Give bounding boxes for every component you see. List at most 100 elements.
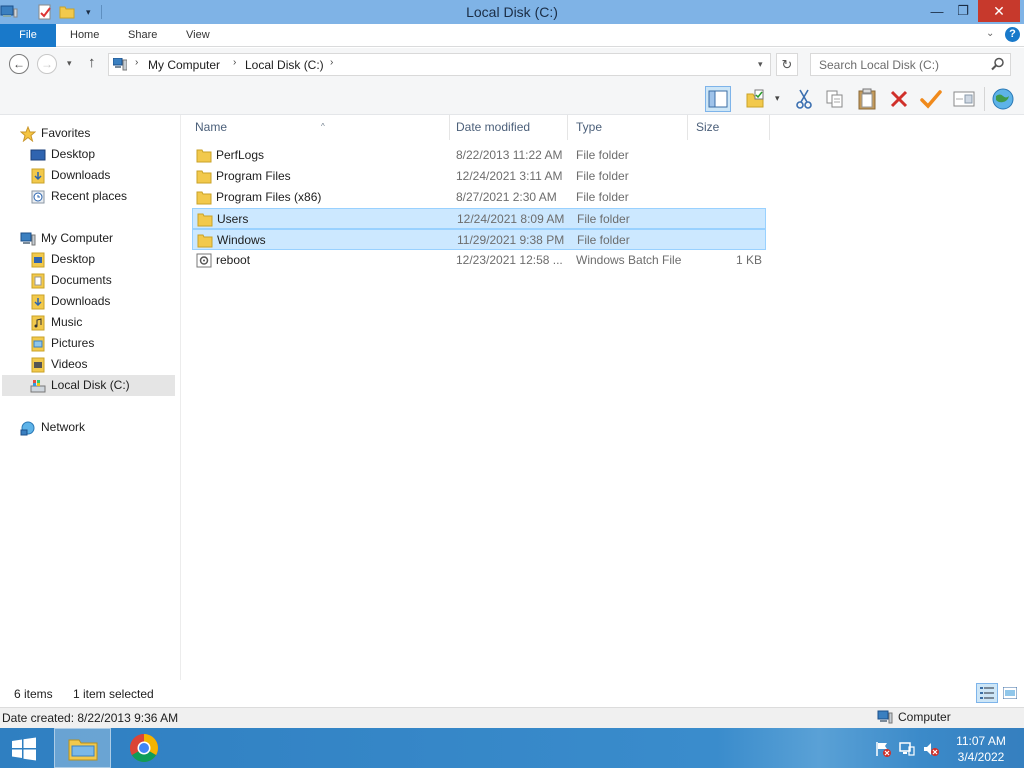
up-button[interactable]: ↑: [88, 54, 96, 71]
sidebar-network[interactable]: Network: [20, 417, 85, 438]
videos-folder-icon: [31, 357, 45, 372]
file-type: File folder: [576, 190, 629, 204]
recent-locations-icon[interactable]: ▾: [67, 58, 72, 69]
delete-button[interactable]: [886, 86, 912, 112]
clock-time: 11:07 AM: [956, 734, 1006, 748]
search-icon[interactable]: [991, 57, 1005, 71]
details-view-button[interactable]: [976, 683, 998, 703]
file-date: 8/22/2013 11:22 AM: [456, 148, 563, 162]
sort-ascending-icon: ^: [321, 122, 325, 131]
delete-x-icon: [890, 90, 908, 108]
tab-file[interactable]: File: [0, 24, 56, 47]
breadcrumb-separator[interactable]: ›: [135, 57, 138, 68]
file-row-focused[interactable]: Windows 11/29/2021 9:38 PM File folder: [192, 229, 766, 250]
expand-ribbon-icon[interactable]: ⌄: [986, 28, 994, 39]
sidebar-favorites[interactable]: Favorites: [20, 123, 90, 144]
file-row[interactable]: reboot 12/23/2021 12:58 ... Windows Batc…: [192, 250, 766, 271]
file-row[interactable]: Program Files 12/24/2021 3:11 AM File fo…: [192, 166, 766, 187]
column-header-size[interactable]: Size: [688, 115, 770, 140]
details-pane-button[interactable]: [951, 86, 977, 112]
address-bar[interactable]: › My Computer › Local Disk (C:) › ▾: [108, 53, 771, 76]
windows-start-icon[interactable]: [10, 737, 38, 761]
properties-button[interactable]: [743, 86, 769, 112]
file-type: File folder: [577, 212, 630, 226]
properties-dropdown-icon[interactable]: ▾: [775, 93, 780, 104]
file-row-selected[interactable]: Users 12/24/2021 8:09 AM File folder: [192, 208, 766, 229]
breadcrumb-separator[interactable]: ›: [330, 57, 333, 68]
breadcrumb-local-disk[interactable]: Local Disk (C:): [245, 58, 324, 72]
location-indicator: Computer: [877, 710, 951, 724]
file-size: 1 KB: [735, 253, 762, 267]
tab-view[interactable]: View: [186, 24, 210, 47]
sidebar-my-computer[interactable]: My Computer: [20, 228, 113, 249]
globe-button[interactable]: [990, 86, 1016, 112]
cut-button[interactable]: [791, 86, 817, 112]
rename-button[interactable]: [918, 86, 944, 112]
file-date: 12/24/2021 8:09 AM: [457, 212, 565, 226]
file-date: 8/27/2021 2:30 AM: [456, 190, 557, 204]
copy-button[interactable]: [822, 86, 848, 112]
column-header-type[interactable]: Type: [568, 115, 688, 140]
large-icons-view-button[interactable]: [999, 683, 1021, 703]
minimize-button[interactable]: —: [924, 0, 950, 22]
folder-properties-icon: [746, 89, 764, 108]
back-button[interactable]: ←: [9, 54, 29, 74]
file-name: Program Files (x86): [216, 190, 322, 204]
file-row[interactable]: PerfLogs 8/22/2013 11:22 AM File folder: [192, 145, 766, 166]
sidebar-item-recent-places[interactable]: Recent places: [30, 186, 127, 207]
item-count: 6 items: [14, 687, 53, 701]
paste-button[interactable]: [854, 86, 880, 112]
checkmark-icon: [920, 90, 942, 109]
file-name: Windows: [217, 233, 266, 247]
file-date: 11/29/2021 9:38 PM: [457, 233, 565, 247]
sidebar-my-computer-label: My Computer: [41, 231, 114, 245]
search-input[interactable]: [811, 54, 987, 75]
close-button[interactable]: ✕: [978, 0, 1020, 22]
address-history-icon[interactable]: ▾: [758, 59, 763, 70]
folder-icon: [196, 149, 212, 163]
tab-home[interactable]: Home: [70, 24, 99, 47]
sidebar-item-fav-downloads[interactable]: Downloads: [30, 165, 110, 186]
breadcrumb-my-computer[interactable]: My Computer: [148, 58, 220, 72]
sidebar-item-label: Videos: [51, 357, 88, 371]
column-header-date[interactable]: Date modified: [448, 115, 568, 140]
file-type: File folder: [576, 169, 629, 183]
sidebar-item-fav-desktop[interactable]: Desktop: [30, 144, 95, 165]
selection-count: 1 item selected: [73, 687, 154, 701]
star-icon: [20, 125, 36, 142]
forward-button[interactable]: →: [37, 54, 57, 74]
folder-icon: [196, 191, 212, 205]
network-icon: [20, 421, 35, 435]
system-clock[interactable]: 11:07 AM 3/4/2022: [950, 733, 1012, 765]
taskbar-file-explorer[interactable]: [54, 728, 111, 768]
preview-pane-button[interactable]: [705, 86, 731, 112]
action-center-flag-icon[interactable]: [874, 740, 892, 758]
details-pane-icon: [953, 91, 975, 107]
sidebar-item-downloads[interactable]: Downloads: [30, 291, 110, 312]
sidebar-item-music[interactable]: Music: [30, 312, 82, 333]
folder-icon: [197, 213, 213, 227]
sidebar-item-videos[interactable]: Videos: [30, 354, 87, 375]
file-name: Program Files: [216, 169, 291, 183]
column-header-name[interactable]: Name ^: [187, 115, 450, 140]
command-bar: ▾: [0, 83, 1024, 115]
sidebar-item-desktop[interactable]: Desktop: [30, 249, 95, 270]
file-name: Users: [217, 212, 249, 226]
file-row[interactable]: Program Files (x86) 8/27/2021 2:30 AM Fi…: [192, 187, 766, 208]
window-title: Local Disk (C:): [466, 4, 558, 20]
tab-share[interactable]: Share: [128, 24, 157, 47]
navigation-pane: Favorites Desktop Downloads Recent place…: [0, 115, 181, 680]
refresh-button[interactable]: ↻: [776, 53, 798, 76]
search-box[interactable]: [810, 53, 1011, 76]
sidebar-item-documents[interactable]: Documents: [30, 270, 112, 291]
help-icon[interactable]: ?: [1005, 27, 1020, 42]
taskbar-chrome[interactable]: [118, 728, 170, 768]
network-status-icon[interactable]: [898, 740, 916, 758]
file-type: Windows Batch File: [576, 253, 682, 267]
maximize-button[interactable]: ❐: [950, 0, 976, 22]
breadcrumb-separator[interactable]: ›: [233, 57, 236, 68]
sidebar-item-local-disk[interactable]: Local Disk (C:): [2, 375, 175, 396]
volume-muted-icon[interactable]: [922, 740, 940, 758]
file-list: Name ^ Date modified Type Size PerfLogs …: [182, 115, 1024, 680]
sidebar-item-pictures[interactable]: Pictures: [30, 333, 94, 354]
